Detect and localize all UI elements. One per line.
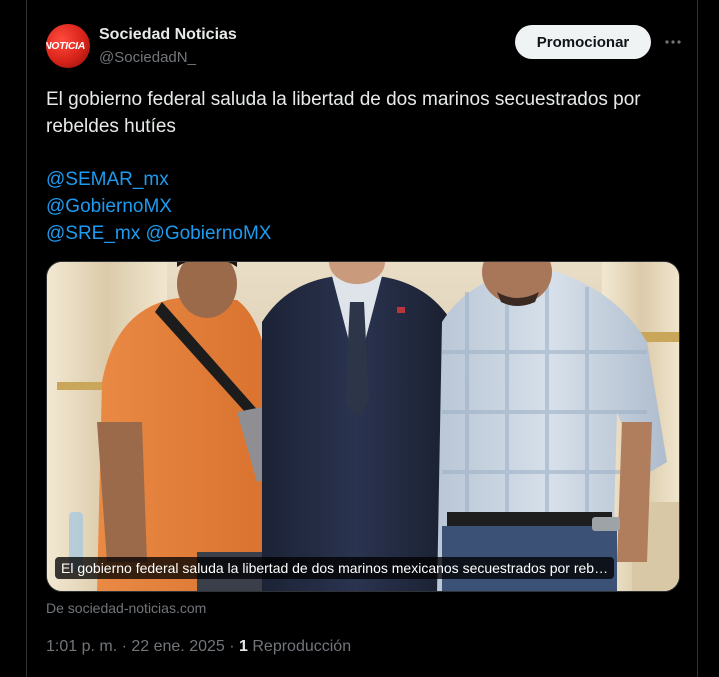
views-label: Reproducción	[247, 638, 352, 655]
mentions-block: @SEMAR_mx @GobiernoMX @SRE_mx @GobiernoM…	[46, 166, 676, 247]
views-count: 1	[239, 638, 248, 655]
media-card[interactable]: El gobierno federal saluda la libertad d…	[46, 261, 680, 592]
timestamp[interactable]: 1:01 p. m. · 22 ene. 2025 ·	[46, 638, 239, 655]
mention-link[interactable]: @GobiernoMX	[46, 196, 172, 217]
media-photo	[47, 262, 679, 591]
source-link[interactable]: De sociedad-noticias.com	[46, 600, 206, 616]
mention-link[interactable]: @SEMAR_mx	[46, 169, 169, 190]
author-name[interactable]: Sociedad Noticias	[99, 26, 237, 44]
author-handle[interactable]: @SociedadN_	[99, 49, 196, 66]
tweet-meta: 1:01 p. m. · 22 ene. 2025 · 1 Reproducci…	[46, 638, 351, 656]
tweet-card: NOTICIA Sociedad Noticias @SociedadN_ Pr…	[26, 0, 698, 677]
media-caption: El gobierno federal saluda la libertad d…	[55, 557, 615, 579]
tweet-text: El gobierno federal saluda la libertad d…	[46, 89, 641, 137]
mention-link[interactable]: @SRE_mx	[46, 223, 140, 244]
mention-link[interactable]: @GobiernoMX	[146, 223, 272, 244]
promote-button[interactable]: Promocionar	[515, 25, 651, 59]
more-options-icon[interactable]	[663, 32, 683, 52]
avatar[interactable]: NOTICIA	[46, 24, 90, 68]
avatar-logo-text: NOTICIA	[46, 40, 86, 52]
